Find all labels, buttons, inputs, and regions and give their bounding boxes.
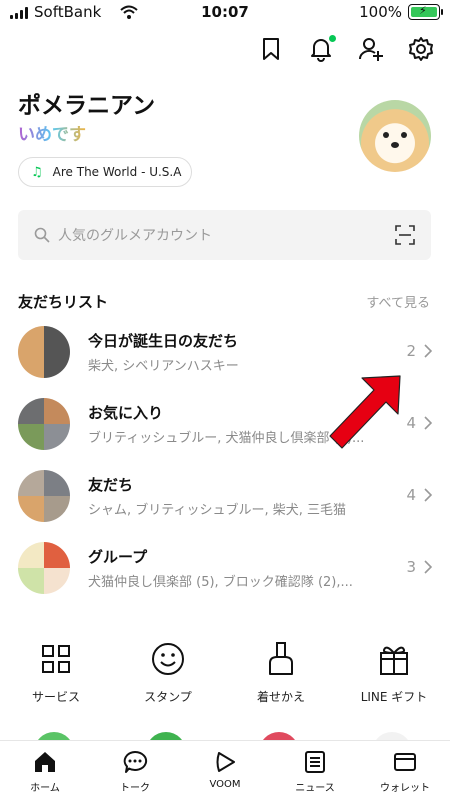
status-message[interactable]: いめです xyxy=(18,120,86,145)
search-bar[interactable]: 人気のグルメアカウント xyxy=(18,210,431,260)
list-item-groups[interactable]: グループ 犬猫仲良し倶楽部 (5), ブロック確認隊 (2),... 3 xyxy=(0,534,450,602)
list-item-count: 3 xyxy=(406,558,416,576)
tab-label: VOOM xyxy=(209,779,241,790)
friends-list-title: 友だちリスト xyxy=(18,293,109,311)
qr-scan-icon[interactable] xyxy=(395,225,415,245)
theme-button[interactable]: 着せかえ xyxy=(225,640,337,705)
bookmark-icon[interactable] xyxy=(258,36,284,62)
battery-icon: ⚡ xyxy=(408,4,443,20)
settings-gear-icon[interactable] xyxy=(408,36,434,62)
services-row: サービス スタンプ 着せかえ LINE ギフト xyxy=(0,640,450,710)
list-item-subtitle: 柴犬, シベリアンハスキー xyxy=(88,359,239,374)
smiley-icon xyxy=(152,643,184,675)
tab-talk[interactable]: トーク xyxy=(90,749,180,794)
avatar-nose xyxy=(391,142,399,148)
notification-dot xyxy=(329,35,336,42)
tab-label: ニュース xyxy=(295,783,335,794)
chat-icon xyxy=(123,750,148,773)
header-actions xyxy=(258,35,434,62)
favorites-thumbnail xyxy=(18,398,70,450)
search-placeholder: 人気のグルメアカウント xyxy=(58,228,212,244)
search-icon xyxy=(34,227,50,243)
avatar-eye xyxy=(383,132,389,138)
profile-name[interactable]: ポメラニアン xyxy=(18,86,155,120)
tab-home[interactable]: ホーム xyxy=(0,749,90,794)
wallet-icon xyxy=(394,753,416,771)
list-item-count: 2 xyxy=(406,342,416,360)
battery-percent: 100% xyxy=(359,3,402,21)
chevron-right-icon xyxy=(424,488,432,502)
tab-wallet[interactable]: ウォレット xyxy=(360,749,450,794)
news-icon xyxy=(305,751,325,773)
chevron-right-icon xyxy=(424,344,432,358)
list-item-count: 4 xyxy=(406,486,416,504)
status-bar: SoftBank 10:07 100% ⚡ xyxy=(0,0,450,26)
gift-button[interactable]: LINE ギフト xyxy=(338,640,450,705)
services-button[interactable]: サービス xyxy=(0,640,112,705)
profile-avatar[interactable] xyxy=(359,100,431,172)
friends-thumbnail xyxy=(18,470,70,522)
service-label: 着せかえ xyxy=(256,690,305,704)
add-friend-icon[interactable] xyxy=(358,36,384,62)
list-item-subtitle: 犬猫仲良し倶楽部 (5), ブロック確認隊 (2),... xyxy=(88,575,353,590)
notification-button[interactable] xyxy=(308,35,336,62)
tab-label: ホーム xyxy=(30,783,60,794)
list-item-subtitle: シャム, ブリティッシュブルー, 柴犬, 三毛猫 xyxy=(88,503,347,518)
birthday-thumbnail xyxy=(18,326,70,378)
tab-label: ウォレット xyxy=(380,783,430,794)
music-title: Are The World - U.S.A xyxy=(52,165,182,179)
gift-icon xyxy=(380,646,408,675)
list-item-title: 今日が誕生日の友だち xyxy=(88,332,239,350)
bottom-navigation: ホーム トーク VOOM ニュース ウォレット xyxy=(0,740,450,800)
service-label: LINE ギフト xyxy=(360,690,428,704)
voom-icon xyxy=(216,752,235,772)
music-note-icon: ♫ xyxy=(31,164,43,180)
service-label: サービス xyxy=(31,690,80,704)
chevron-right-icon xyxy=(424,416,432,430)
see-all-link[interactable]: すべて見る xyxy=(366,292,430,311)
list-item-title: お気に入り xyxy=(88,404,164,422)
list-item-title: グループ xyxy=(88,548,148,566)
chevron-right-icon xyxy=(424,560,432,574)
list-item-title: 友だち xyxy=(88,476,134,494)
tab-voom[interactable]: VOOM xyxy=(180,749,270,790)
tab-news[interactable]: ニュース xyxy=(270,749,360,794)
stamp-button[interactable]: スタンプ xyxy=(112,640,224,705)
groups-thumbnail xyxy=(18,542,70,594)
grid-icon xyxy=(42,645,70,673)
list-item-friends[interactable]: 友だち シャム, ブリティッシュブルー, 柴犬, 三毛猫 4 xyxy=(0,462,450,530)
tab-label: トーク xyxy=(120,783,150,794)
profile-music-button[interactable]: ♫ Are The World - U.S.A xyxy=(18,157,192,187)
avatar-eye xyxy=(401,132,407,138)
annotation-arrow-icon xyxy=(329,375,401,449)
brush-icon xyxy=(269,642,293,675)
home-icon xyxy=(35,752,55,772)
service-label: スタンプ xyxy=(144,690,192,704)
